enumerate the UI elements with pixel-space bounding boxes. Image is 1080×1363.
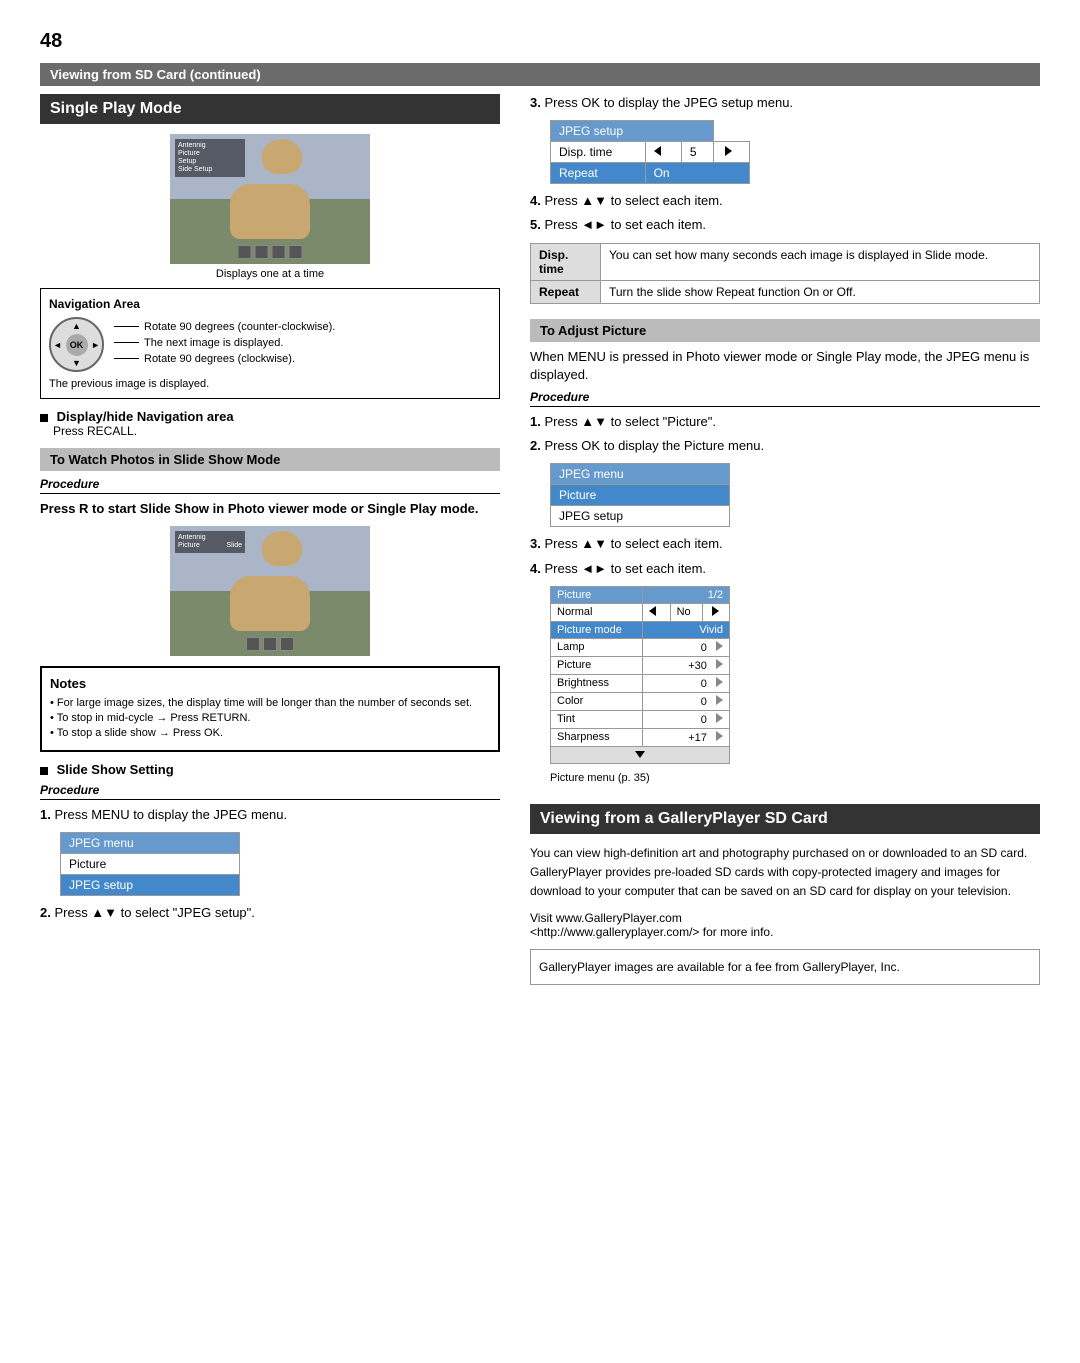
step3-slide: 3. Press OK to display the JPEG setup me…: [530, 94, 1040, 112]
rotate-ccw-label: Rotate 90 degrees (counter-clockwise).: [144, 321, 335, 333]
gallery-header: Viewing from a GalleryPlayer SD Card: [530, 804, 1040, 834]
note-item-3: To stop a slide show → Press OK.: [50, 727, 490, 739]
gallery-visit: Visit www.GalleryPlayer.com: [530, 911, 1040, 925]
to-adjust-procedure: Procedure: [530, 390, 1040, 407]
disp-time-desc: You can set how many seconds each image …: [601, 243, 1040, 280]
to-adjust-step2: 2. Press OK to display the Picture menu.: [530, 437, 1040, 455]
page-number: 48: [40, 30, 1040, 53]
jpeg-menu-table-right: JPEG menu Picture JPEG setup: [550, 463, 730, 527]
main-dog-image: Antennig Picture Setup Side Setup: [170, 134, 370, 264]
nav-circle-diagram: ▲ ▼ ◄ ► OK: [49, 317, 104, 372]
to-adjust-step4: 4. Press ◄► to set each item.: [530, 560, 1040, 578]
notes-title: Notes: [50, 676, 490, 691]
disp-time-label: Disp. time: [531, 243, 601, 280]
viewing-continued-header: Viewing from SD Card (continued): [40, 63, 1040, 86]
step4-slide: 4. Press ▲▼ to select each item.: [530, 192, 1040, 210]
repeat-desc: Turn the slide show Repeat function On o…: [601, 280, 1040, 303]
gallery-more-info: <http://www.galleryplayer.com/> for more…: [530, 925, 1040, 939]
to-adjust-header: To Adjust Picture: [530, 319, 1040, 342]
slide-show-header: To Watch Photos in Slide Show Mode: [40, 448, 500, 471]
display-hide-label: Display/hide Navigation area: [40, 409, 500, 424]
slide-step1: Press R to start Slide Show in Photo vie…: [40, 500, 500, 518]
slide-setting-step2: 2. Press ▲▼ to select "JPEG setup".: [40, 904, 500, 922]
to-adjust-step1: 1. Press ▲▼ to select "Picture".: [530, 413, 1040, 431]
display-hide-instruction: Press RECALL.: [53, 424, 500, 438]
disp-time-table: Disp. time You can set how many seconds …: [530, 243, 1040, 304]
slide-setting-procedure: Procedure: [40, 783, 500, 800]
rotate-cw-label: Rotate 90 degrees (clockwise).: [144, 353, 295, 365]
notes-box: Notes For large image sizes, the display…: [40, 666, 500, 752]
slide-setting-step1: 1. Press MENU to display the JPEG menu.: [40, 806, 500, 824]
note-item-1: For large image sizes, the display time …: [50, 697, 490, 709]
step5-slide: 5. Press ◄► to set each item.: [530, 216, 1040, 234]
picture-table: Picture 1/2 Normal No Picture mode Vivid…: [550, 586, 730, 764]
note-item-2: To stop in mid-cycle → Press RETURN.: [50, 712, 490, 724]
displays-text: Displays one at a time: [40, 268, 500, 280]
gallery-desc: You can view high-definition art and pho…: [530, 844, 1040, 902]
gallery-border-box: GalleryPlayer images are available for a…: [530, 949, 1040, 985]
slide-show-section: To Watch Photos in Slide Show Mode Proce…: [40, 448, 500, 518]
picture-caption: Picture menu (p. 35): [550, 772, 1040, 784]
nav-area-box: Navigation Area ▲ ▼ ◄ ► OK Rotate 90 deg…: [40, 288, 500, 399]
to-adjust-step3: 3. Press ▲▼ to select each item.: [530, 535, 1040, 553]
slide-show-setting-label: Slide Show Setting: [40, 762, 500, 777]
slide-dog-image: Antennig PictureSlide: [170, 526, 370, 656]
repeat-label: Repeat: [531, 280, 601, 303]
slide-procedure-label: Procedure: [40, 477, 500, 494]
jpeg-menu-table-left: JPEG menu Picture JPEG setup: [60, 832, 240, 896]
jpeg-setup-table: JPEG setup Disp. time 5 Repeat On: [550, 120, 750, 184]
single-play-header: Single Play Mode: [40, 94, 500, 124]
prev-image-text: The previous image is displayed.: [49, 378, 491, 390]
next-image-label: The next image is displayed.: [144, 337, 283, 349]
to-adjust-intro: When MENU is pressed in Photo viewer mod…: [530, 348, 1040, 384]
nav-area-title: Navigation Area: [49, 297, 491, 311]
